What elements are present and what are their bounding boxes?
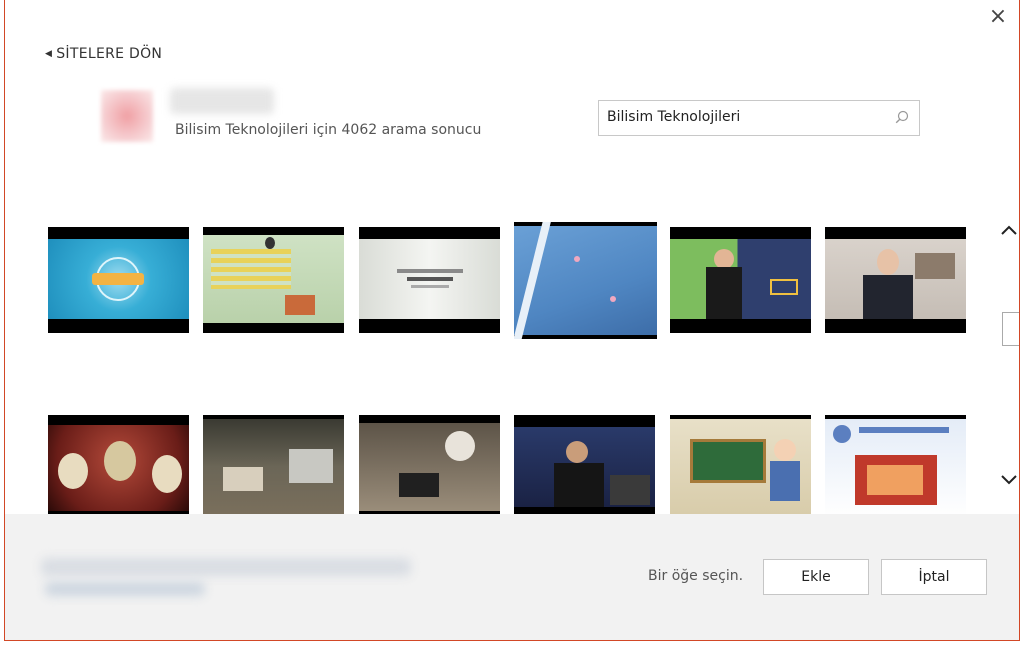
attribution-redacted xyxy=(41,558,411,576)
result-count-text: Bilisim Teknolojileri için 4062 arama so… xyxy=(175,122,482,138)
video-thumbnail[interactable] xyxy=(514,222,657,339)
close-button[interactable]: × xyxy=(987,6,1009,28)
search-icon[interactable] xyxy=(895,110,909,124)
video-thumbnail[interactable] xyxy=(825,415,966,521)
video-thumbnail[interactable] xyxy=(359,415,500,521)
video-thumbnail[interactable] xyxy=(670,415,811,521)
cancel-button[interactable]: İptal xyxy=(881,559,987,595)
video-thumbnail[interactable] xyxy=(203,227,344,333)
chevron-up-icon[interactable] xyxy=(999,220,1019,240)
dialog-footer: Bir öğe seçin. Ekle İptal xyxy=(5,514,1019,640)
site-logo xyxy=(101,90,153,142)
video-thumbnail[interactable] xyxy=(670,227,811,333)
back-to-sites-link[interactable]: ◀ SİTELERE DÖN xyxy=(45,46,162,62)
select-item-hint: Bir öğe seçin. xyxy=(648,568,744,584)
video-thumbnail[interactable] xyxy=(203,415,344,521)
search-input[interactable] xyxy=(599,101,885,133)
video-thumbnail[interactable] xyxy=(514,415,655,521)
back-label: SİTELERE DÖN xyxy=(56,46,163,62)
add-button[interactable]: Ekle xyxy=(763,559,869,595)
scrollbar-thumb[interactable] xyxy=(1002,312,1019,346)
video-thumbnail[interactable] xyxy=(825,227,966,333)
chevron-down-icon[interactable] xyxy=(999,470,1019,490)
online-video-dialog: × ◀ SİTELERE DÖN Bilisim Teknolojileri iç… xyxy=(4,0,1020,641)
site-name-redacted xyxy=(170,88,274,114)
video-results-grid xyxy=(5,215,995,521)
video-thumbnail[interactable] xyxy=(48,415,189,521)
video-thumbnail[interactable] xyxy=(48,227,189,333)
search-box xyxy=(598,100,920,136)
caret-left-icon: ◀ xyxy=(45,49,53,59)
attribution-link-redacted xyxy=(45,582,205,596)
video-thumbnail[interactable] xyxy=(359,227,500,333)
